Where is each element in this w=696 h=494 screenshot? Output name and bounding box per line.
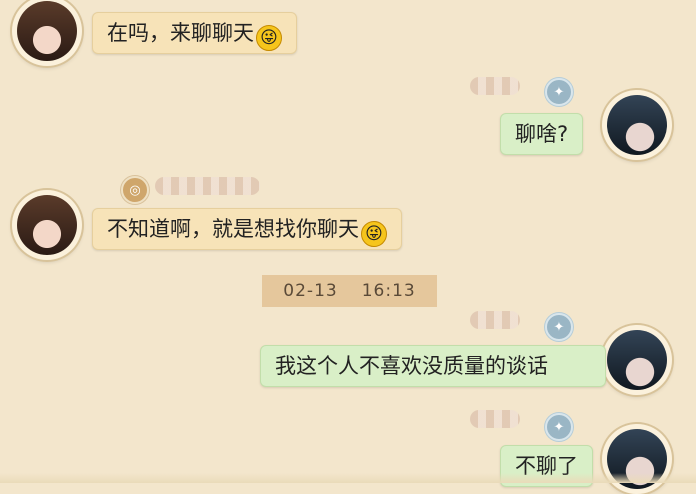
- avatar-male[interactable]: [602, 424, 672, 494]
- grinning-tongue-emoji-icon: 😜: [361, 221, 387, 247]
- message-text: 不知道啊，就是想找你聊天: [107, 217, 359, 241]
- sword-badge-icon: ✦: [545, 413, 573, 441]
- sword-badge-icon: ✦: [545, 313, 573, 341]
- avatar-female[interactable]: [12, 0, 82, 66]
- sword-badge-icon: ✦: [545, 78, 573, 106]
- message-bubble-incoming: 在吗，来聊聊天 😜: [92, 12, 297, 54]
- avatar-male[interactable]: [602, 90, 672, 160]
- timestamp-time: 16:13: [361, 281, 416, 301]
- message-text: 在吗，来聊聊天: [107, 21, 254, 45]
- message-bubble-outgoing: 聊啥?: [500, 113, 584, 155]
- timestamp-date: 02-13: [283, 281, 338, 301]
- sender-name-blurred: [470, 311, 520, 329]
- sender-name-blurred: [155, 177, 260, 195]
- timestamp-divider: 02-13 16:13: [262, 275, 437, 307]
- message-bubble-incoming: 不知道啊，就是想找你聊天 😜: [92, 208, 402, 250]
- sender-name-blurred: [470, 77, 520, 95]
- sender-name-blurred: [470, 410, 520, 428]
- avatar-female[interactable]: [12, 190, 82, 260]
- message-text: 聊啥?: [515, 122, 569, 146]
- swirl-badge-icon: ◎: [121, 176, 149, 204]
- grinning-tongue-emoji-icon: 😜: [256, 25, 282, 51]
- bottom-fade: [0, 473, 696, 483]
- message-text: 我这个人不喜欢没质量的谈话: [275, 354, 548, 378]
- avatar-male[interactable]: [602, 325, 672, 395]
- message-bubble-outgoing: 我这个人不喜欢没质量的谈话: [260, 345, 606, 387]
